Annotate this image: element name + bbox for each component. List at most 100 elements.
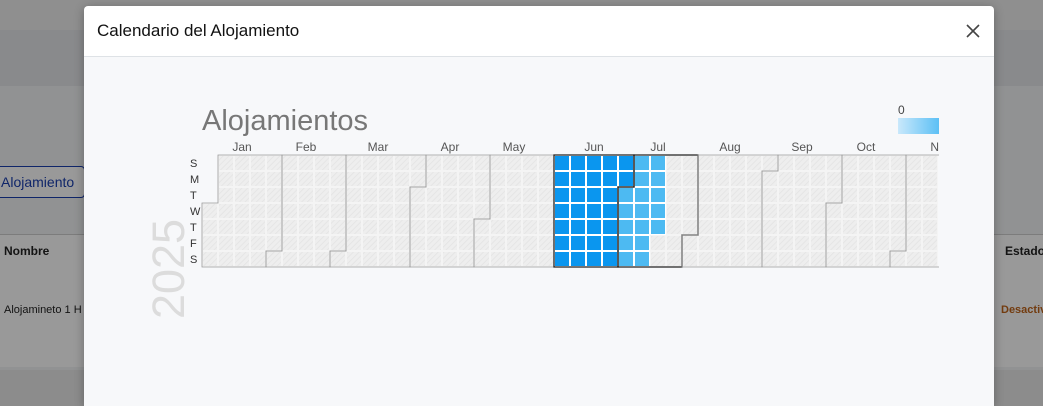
day-cell[interactable] — [346, 235, 362, 251]
day-cell[interactable] — [458, 203, 474, 219]
day-cell[interactable] — [442, 155, 458, 171]
day-cell[interactable] — [410, 235, 426, 251]
day-cell[interactable] — [730, 235, 746, 251]
day-cell[interactable] — [410, 203, 426, 219]
day-cell[interactable] — [202, 251, 218, 267]
day-cell[interactable] — [410, 251, 426, 267]
day-cell[interactable] — [666, 251, 682, 267]
day-cell[interactable] — [346, 155, 362, 171]
day-cell[interactable] — [490, 155, 506, 171]
day-cell[interactable] — [490, 203, 506, 219]
day-cell[interactable] — [314, 155, 330, 171]
day-cell[interactable] — [298, 187, 314, 203]
day-cell[interactable] — [266, 171, 282, 187]
day-cell[interactable] — [650, 155, 666, 171]
day-cell[interactable] — [586, 219, 602, 235]
day-cell[interactable] — [698, 203, 714, 219]
day-cell[interactable] — [746, 155, 762, 171]
day-cell[interactable] — [378, 235, 394, 251]
day-cell[interactable] — [570, 171, 586, 187]
day-cell[interactable] — [810, 203, 826, 219]
day-cell[interactable] — [714, 235, 730, 251]
day-cell[interactable] — [778, 203, 794, 219]
day-cell[interactable] — [874, 171, 890, 187]
day-cell[interactable] — [714, 203, 730, 219]
day-cell[interactable] — [666, 155, 682, 171]
day-cell[interactable] — [474, 235, 490, 251]
day-cell[interactable] — [906, 219, 922, 235]
day-cell[interactable] — [730, 219, 746, 235]
day-cell[interactable] — [746, 187, 762, 203]
day-cell[interactable] — [378, 203, 394, 219]
day-cell[interactable] — [842, 155, 858, 171]
day-cell[interactable] — [362, 171, 378, 187]
day-cell[interactable] — [506, 235, 522, 251]
day-cell[interactable] — [842, 171, 858, 187]
day-cell[interactable] — [378, 155, 394, 171]
day-cell[interactable] — [634, 187, 650, 203]
day-cell[interactable] — [586, 187, 602, 203]
day-cell[interactable] — [218, 171, 234, 187]
day-cell[interactable] — [874, 235, 890, 251]
day-cell[interactable] — [698, 171, 714, 187]
day-cell[interactable] — [234, 203, 250, 219]
day-cell[interactable] — [570, 187, 586, 203]
day-cell[interactable] — [330, 251, 346, 267]
day-cell[interactable] — [362, 251, 378, 267]
day-cell[interactable] — [282, 235, 298, 251]
day-cell[interactable] — [506, 171, 522, 187]
day-cell[interactable] — [714, 155, 730, 171]
day-cell[interactable] — [234, 219, 250, 235]
day-cell[interactable] — [218, 235, 234, 251]
day-cell[interactable] — [922, 219, 938, 235]
day-cell[interactable] — [618, 171, 634, 187]
day-cell[interactable] — [506, 187, 522, 203]
day-cell[interactable] — [858, 171, 874, 187]
day-cell[interactable] — [602, 251, 618, 267]
day-cell[interactable] — [698, 251, 714, 267]
day-cell[interactable] — [634, 155, 650, 171]
day-cell[interactable] — [362, 219, 378, 235]
day-cell[interactable] — [570, 219, 586, 235]
day-cell[interactable] — [330, 235, 346, 251]
day-cell[interactable] — [586, 203, 602, 219]
day-cell[interactable] — [826, 171, 842, 187]
day-cell[interactable] — [458, 171, 474, 187]
day-cell[interactable] — [570, 235, 586, 251]
day-cell[interactable] — [474, 187, 490, 203]
day-cell[interactable] — [474, 171, 490, 187]
day-cell[interactable] — [250, 155, 266, 171]
day-cell[interactable] — [858, 219, 874, 235]
day-cell[interactable] — [602, 203, 618, 219]
day-cell[interactable] — [538, 235, 554, 251]
day-cell[interactable] — [586, 155, 602, 171]
day-cell[interactable] — [362, 235, 378, 251]
day-cell[interactable] — [634, 219, 650, 235]
day-cell[interactable] — [682, 251, 698, 267]
day-cell[interactable] — [826, 235, 842, 251]
day-cell[interactable] — [554, 251, 570, 267]
day-cell[interactable] — [362, 203, 378, 219]
day-cell[interactable] — [682, 171, 698, 187]
day-cell[interactable] — [250, 187, 266, 203]
day-cell[interactable] — [426, 155, 442, 171]
day-cell[interactable] — [634, 171, 650, 187]
day-cell[interactable] — [826, 219, 842, 235]
day-cell[interactable] — [682, 187, 698, 203]
day-cell[interactable] — [218, 251, 234, 267]
day-cell[interactable] — [506, 219, 522, 235]
day-cell[interactable] — [202, 219, 218, 235]
day-cell[interactable] — [858, 235, 874, 251]
day-cell[interactable] — [474, 251, 490, 267]
day-cell[interactable] — [842, 235, 858, 251]
day-cell[interactable] — [650, 187, 666, 203]
day-cell[interactable] — [394, 171, 410, 187]
day-cell[interactable] — [602, 219, 618, 235]
day-cell[interactable] — [378, 251, 394, 267]
day-cell[interactable] — [586, 235, 602, 251]
day-cell[interactable] — [634, 203, 650, 219]
day-cell[interactable] — [410, 171, 426, 187]
day-cell[interactable] — [474, 155, 490, 171]
day-cell[interactable] — [730, 155, 746, 171]
day-cell[interactable] — [554, 203, 570, 219]
